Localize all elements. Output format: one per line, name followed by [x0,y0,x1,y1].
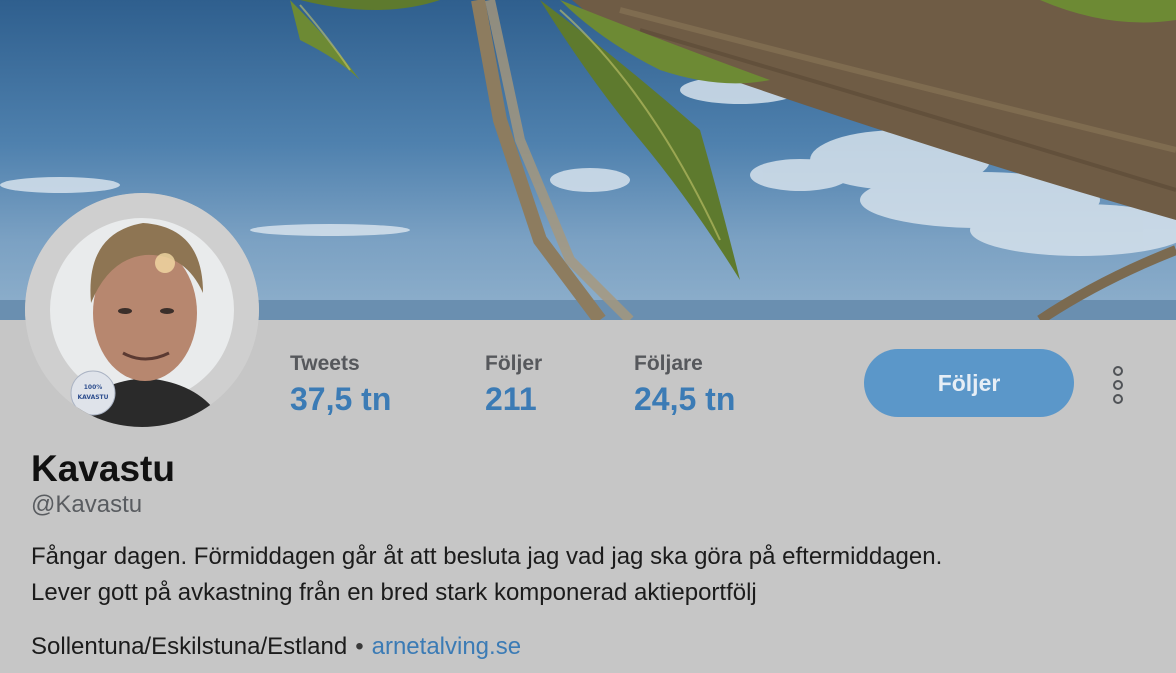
dot [1113,380,1123,390]
website-link[interactable]: arnetalving.se [372,633,521,660]
stat-label: Följer [485,352,543,375]
avatar[interactable]: 100% KAVASTU [25,193,259,427]
following-button[interactable]: Följer [864,349,1074,417]
more-vertical-icon[interactable] [1105,366,1131,404]
stat-followers[interactable]: Följare 24,5 tn [634,352,735,418]
separator: • [355,633,364,660]
bio-line: Lever gott på avkastning från en bred st… [31,579,757,606]
stat-value: 37,5 tn [290,381,392,417]
stat-label: Följare [634,352,703,375]
badge-line2: KAVASTU [77,394,108,401]
dot [1113,394,1123,404]
stat-value: 24,5 tn [634,381,736,417]
display-name: Kavastu [31,448,175,489]
handle: @Kavastu [31,491,143,518]
location: Sollentuna/Eskilstuna/Estland [31,633,348,660]
dot [1113,366,1123,376]
stat-value: 211 [485,381,537,417]
stat-tweets[interactable]: Tweets 37,5 tn [290,352,391,418]
stat-following[interactable]: Följer 211 [485,352,542,418]
profile-meta: Sollentuna/Eskilstuna/Estland • arnetalvin… [31,630,521,664]
stat-label: Tweets [290,352,360,375]
bio-line: Fångar dagen. Förmiddagen går åt att bes… [31,543,943,570]
avatar-photo: 100% KAVASTU [25,193,259,427]
bio: Fångar dagen. Förmiddagen går åt att bes… [31,539,1151,611]
badge-line1: 100% [84,384,103,391]
